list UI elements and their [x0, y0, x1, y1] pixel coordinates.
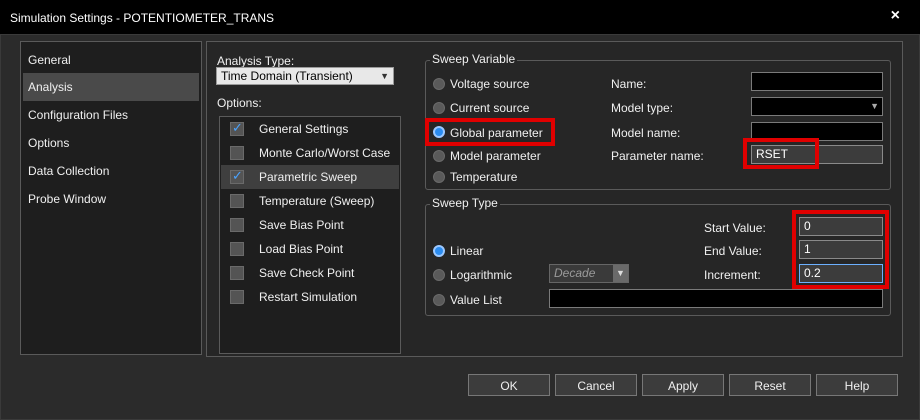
option-label: Save Check Point [259, 266, 355, 280]
title-bar: Simulation Settings - POTENTIOMETER_TRAN… [0, 0, 920, 34]
reset-button[interactable]: Reset [729, 374, 811, 396]
radio-global-parameter[interactable] [433, 126, 445, 138]
options-list: General Settings Monte Carlo/Worst Case … [219, 116, 401, 354]
option-label: Load Bias Point [259, 242, 344, 256]
checkbox-parametric-sweep[interactable] [230, 168, 244, 184]
option-label: Temperature (Sweep) [259, 194, 375, 208]
checkbox-save-bias-point[interactable] [230, 218, 244, 232]
global-parameter-label: Global parameter [450, 126, 543, 140]
model-name-input[interactable] [751, 122, 883, 141]
option-load-bias-point[interactable]: Load Bias Point [221, 237, 399, 261]
chevron-down-icon: ▼ [380, 71, 389, 81]
radio-voltage-source[interactable] [433, 78, 445, 90]
radio-linear[interactable] [433, 245, 445, 257]
end-value-input[interactable]: 1 [799, 240, 883, 259]
option-save-check-point[interactable]: Save Check Point [221, 261, 399, 285]
model-name-label: Model name: [611, 126, 681, 140]
option-temperature-sweep[interactable]: Temperature (Sweep) [221, 189, 399, 213]
linear-label: Linear [450, 244, 484, 258]
checkbox-load-bias-point[interactable] [230, 242, 244, 256]
close-icon[interactable]: × [891, 7, 900, 25]
logarithmic-label: Logarithmic [450, 268, 513, 282]
checkbox-monte-carlo[interactable] [230, 146, 244, 160]
value-list-input[interactable] [549, 289, 883, 308]
option-monte-carlo[interactable]: Monte Carlo/Worst Case [221, 141, 399, 165]
sidebar-item-configuration-files[interactable]: Configuration Files [23, 101, 199, 129]
checkbox-temperature-sweep[interactable] [230, 194, 244, 208]
sweep-variable-title: Sweep Variable [430, 52, 518, 66]
options-label: Options: [217, 96, 262, 110]
cancel-button[interactable]: Cancel [555, 374, 637, 396]
model-type-label: Model type: [611, 101, 674, 115]
log-scale-select[interactable]: Decade ▼ [549, 264, 629, 283]
sweep-type-title: Sweep Type [430, 196, 500, 210]
sidebar-item-analysis[interactable]: Analysis [23, 73, 199, 101]
radio-current-source[interactable] [433, 102, 445, 114]
radio-temperature[interactable] [433, 171, 445, 183]
temperature-label: Temperature [450, 170, 518, 184]
ok-button[interactable]: OK [468, 374, 550, 396]
increment-label: Increment: [704, 268, 761, 282]
option-general-settings[interactable]: General Settings [221, 117, 399, 141]
voltage-source-label: Voltage source [450, 77, 530, 91]
checkbox-restart-simulation[interactable] [230, 290, 244, 304]
parameter-name-input[interactable]: RSET [751, 145, 883, 164]
window-title: Simulation Settings - POTENTIOMETER_TRAN… [10, 11, 275, 25]
radio-model-parameter[interactable] [433, 150, 445, 162]
analysis-type-label: Analysis Type: [217, 54, 295, 68]
sidebar-item-data-collection[interactable]: Data Collection [23, 157, 199, 185]
checkbox-save-check-point[interactable] [230, 266, 244, 280]
sidebar-item-options[interactable]: Options [23, 129, 199, 157]
name-label: Name: [611, 77, 647, 91]
option-save-bias-point[interactable]: Save Bias Point [221, 213, 399, 237]
help-button[interactable]: Help [816, 374, 898, 396]
sidebar: General Analysis Configuration Files Opt… [20, 41, 202, 355]
current-source-label: Current source [450, 101, 530, 115]
sidebar-item-probe-window[interactable]: Probe Window [23, 185, 199, 213]
analysis-type-value: Time Domain (Transient) [221, 69, 353, 83]
end-value-label: End Value: [704, 244, 762, 258]
increment-input[interactable]: 0.2 [799, 264, 883, 283]
chevron-down-icon: ▼ [870, 101, 879, 111]
start-value-input[interactable]: 0 [799, 217, 883, 236]
value-list-label: Value List [450, 293, 502, 307]
option-label: Restart Simulation [259, 290, 358, 304]
start-value-label: Start Value: [704, 221, 766, 235]
option-label: General Settings [259, 122, 349, 136]
option-label: Parametric Sweep [259, 170, 358, 184]
option-parametric-sweep[interactable]: Parametric Sweep [221, 165, 399, 189]
option-restart-simulation[interactable]: Restart Simulation [221, 285, 399, 309]
checkbox-general-settings[interactable] [230, 120, 244, 136]
model-parameter-label: Model parameter [450, 149, 541, 163]
radio-logarithmic[interactable] [433, 269, 445, 281]
apply-button[interactable]: Apply [642, 374, 724, 396]
parameter-name-label: Parameter name: [611, 149, 704, 163]
analysis-type-select[interactable]: Time Domain (Transient) ▼ [216, 67, 394, 85]
option-label: Monte Carlo/Worst Case [259, 146, 391, 160]
option-label: Save Bias Point [259, 218, 344, 232]
chevron-down-icon: ▼ [613, 265, 628, 282]
log-scale-value: Decade [554, 266, 596, 280]
name-input[interactable] [751, 72, 883, 91]
model-type-select[interactable]: ▼ [751, 97, 883, 116]
sidebar-item-general[interactable]: General [23, 46, 199, 74]
radio-value-list[interactable] [433, 294, 445, 306]
